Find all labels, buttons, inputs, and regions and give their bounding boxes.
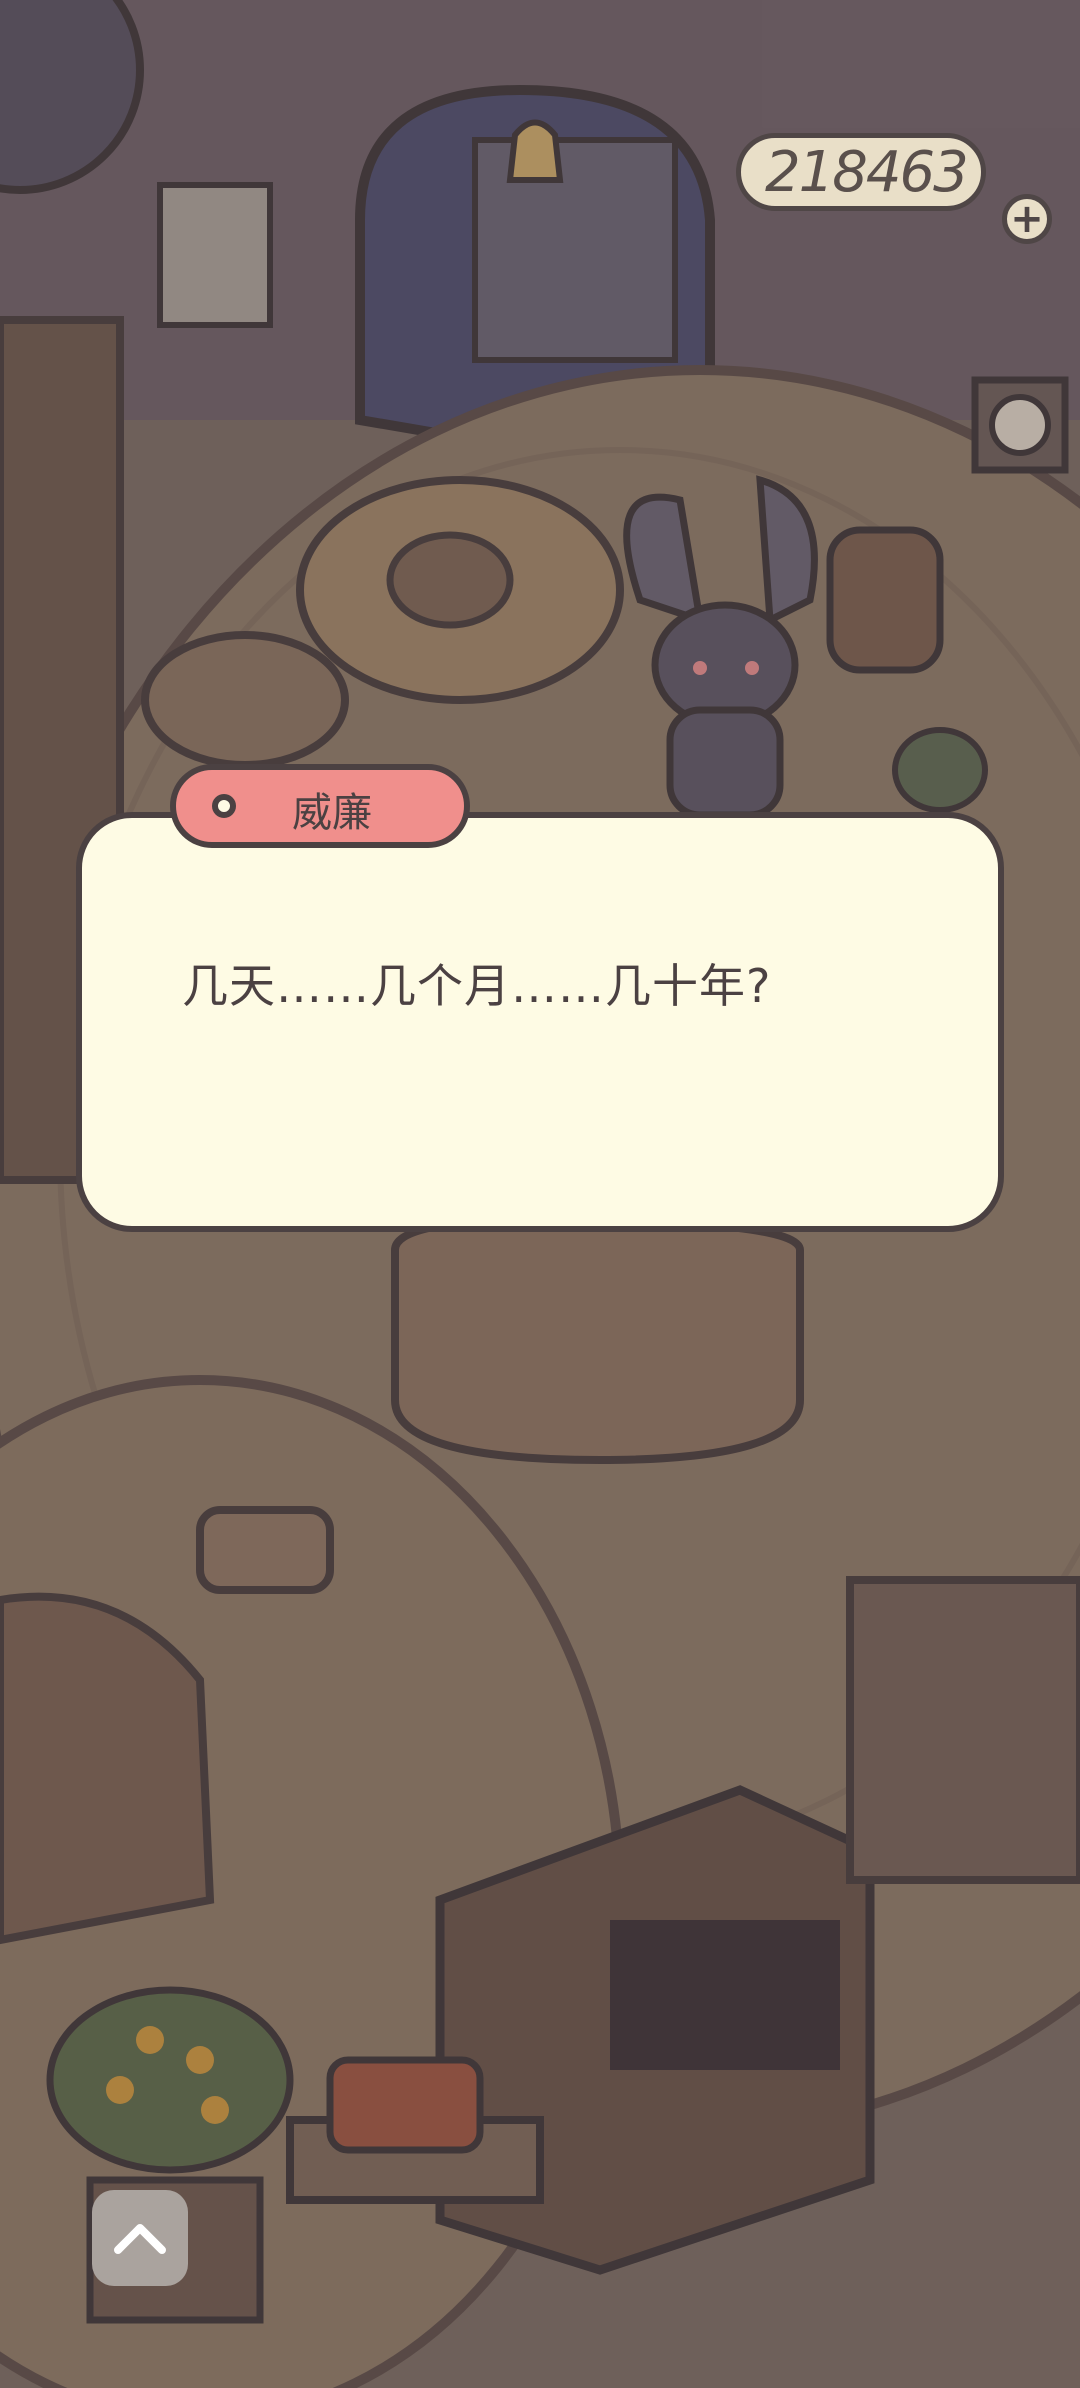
name-dot-icon	[212, 794, 236, 818]
chevron-up-icon	[114, 2224, 166, 2254]
plus-icon: +	[1010, 196, 1044, 242]
add-currency-button[interactable]: +	[1002, 194, 1052, 244]
stool	[141, 631, 349, 769]
wall-calendar	[157, 182, 273, 328]
currency-amount: 218463	[765, 139, 969, 205]
currency-display: 218463	[736, 133, 986, 211]
chair	[196, 1506, 334, 1594]
potted-plant	[46, 1986, 294, 2174]
tree-stump	[826, 526, 944, 674]
dialog-text: 几天……几个月……几十年?	[182, 959, 772, 1013]
wood-pile	[846, 1576, 1080, 1884]
ottoman	[391, 1215, 804, 1465]
speaker-name-tag: 威廉	[170, 764, 470, 848]
radio	[326, 2056, 484, 2154]
speaker-name: 威廉	[292, 790, 372, 836]
expand-button[interactable]	[92, 2190, 188, 2286]
door-bell	[506, 119, 564, 183]
dialog-box[interactable]: 几天……几个月……几十年?	[76, 812, 1004, 1232]
